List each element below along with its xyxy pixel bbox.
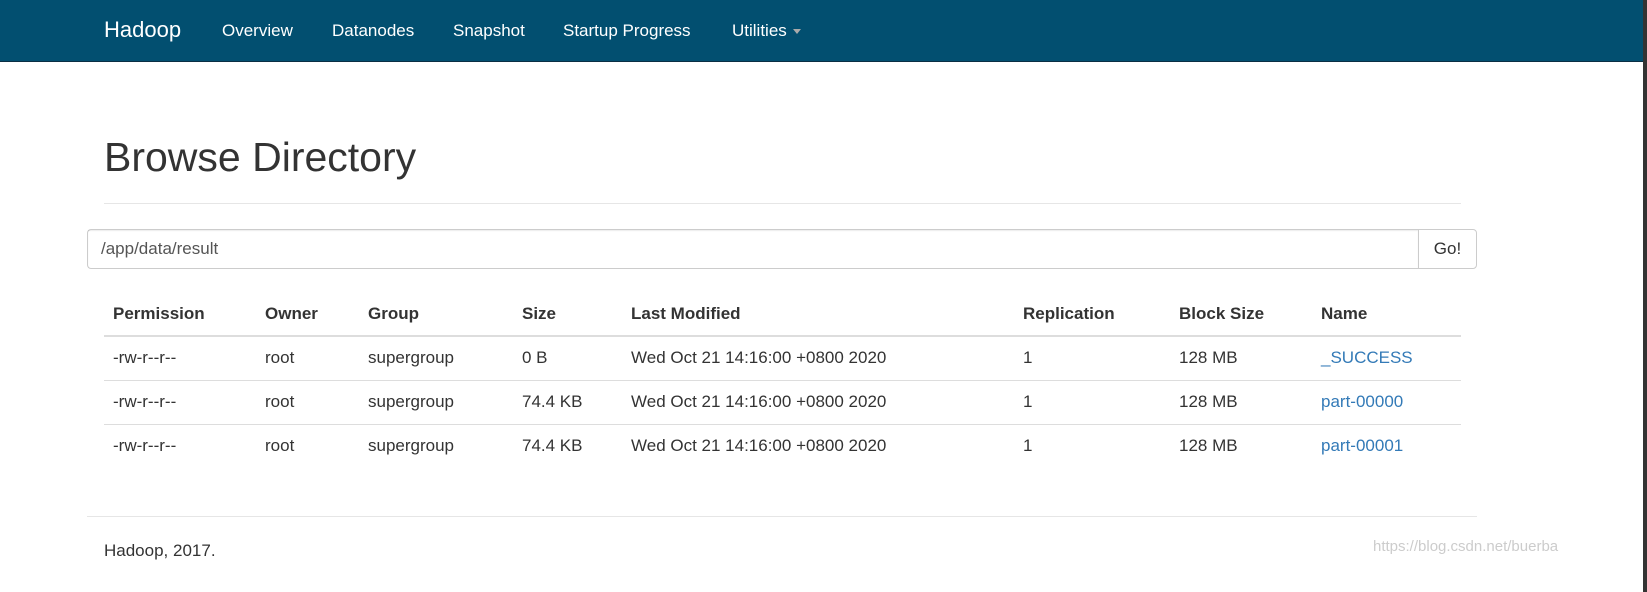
window-edge (1643, 0, 1647, 592)
table-cell: supergroup (359, 336, 513, 381)
column-header: Name (1312, 292, 1461, 337)
column-header: Replication (1014, 292, 1170, 337)
path-input[interactable] (88, 230, 1418, 268)
column-header: Owner (256, 292, 359, 337)
table-cell: Wed Oct 21 14:16:00 +0800 2020 (631, 436, 887, 456)
column-header: Permission (104, 292, 256, 337)
table-cell: 1 (1014, 336, 1170, 381)
page-title: Browse Directory (104, 134, 417, 180)
table-cell: -rw-r--r-- (113, 436, 177, 456)
table-cell: 0 B (513, 336, 622, 381)
file-name-link[interactable]: part-00001 (1321, 436, 1403, 455)
nav-utilities-dropdown[interactable]: Utilities (732, 21, 801, 41)
table-cell: -rw-r--r-- (104, 336, 256, 381)
table-row: -rw-r--r-- root supergroup 74.4 KB Wed Oct 2… (104, 424, 1461, 468)
table-cell: 128 MB (1170, 336, 1312, 381)
table-cell: 128 MB (1170, 380, 1312, 425)
footer-text: Hadoop, 2017. (104, 541, 216, 560)
column-header: Group (359, 292, 513, 337)
table-row: -rw-r--r-- root supergroup 74.4 KB Wed Oct 2… (104, 380, 1461, 425)
file-name-link[interactable]: part-00000 (1321, 392, 1403, 411)
table-cell: supergroup (368, 436, 455, 456)
table-cell: 74.4 KB (522, 436, 583, 456)
column-header: Block Size (1170, 292, 1312, 337)
nav-overview[interactable]: Overview (222, 21, 293, 41)
nav-datanodes[interactable]: Datanodes (332, 21, 414, 41)
watermark: https://blog.csdn.net/buerba (1373, 538, 1559, 555)
column-header: Size (513, 292, 622, 337)
table-cell: -rw-r--r-- (104, 380, 256, 425)
navbar: Hadoop Overview Datanodes Snapshot Start… (0, 0, 1647, 62)
table-cell: root (256, 380, 359, 425)
table-cell: Wed Oct 21 14:16:00 +0800 2020 (622, 380, 1014, 425)
table-cell: 1 (1023, 436, 1033, 456)
table-cell: part-00000 (1312, 380, 1461, 425)
table-cell: root (265, 436, 295, 456)
table-cell: 74.4 KB (513, 380, 622, 425)
caret-down-icon (792, 29, 801, 35)
table-cell: _SUCCESS (1312, 336, 1461, 381)
column-header: Last Modified (622, 292, 1014, 337)
directory-table: Permission Owner Group Size Last Modified Rep… (104, 292, 1461, 468)
path-search-group: Go! (87, 229, 1477, 269)
nav-snapshot[interactable]: Snapshot (453, 21, 525, 41)
divider (104, 203, 1461, 204)
table-cell: supergroup (359, 380, 513, 425)
table-row: -rw-r--r-- root supergroup 0 B Wed Oct 21 14… (104, 336, 1461, 381)
file-name-link[interactable]: _SUCCESS (1321, 348, 1413, 367)
table-cell: 128 MB (1179, 436, 1238, 456)
nav-startup-progress[interactable]: Startup Progress (563, 21, 691, 41)
nav-utilities-label: Utilities (732, 21, 787, 40)
table-cell: 1 (1014, 380, 1170, 425)
go-button[interactable]: Go! (1418, 230, 1476, 268)
brand-link[interactable]: Hadoop (104, 17, 181, 43)
table-cell: Wed Oct 21 14:16:00 +0800 2020 (622, 336, 1014, 381)
footer-divider (87, 516, 1477, 517)
table-header-row: Permission Owner Group Size Last Modified Rep… (104, 292, 1461, 337)
table-cell: part-00001 (1312, 424, 1461, 468)
table-cell: root (256, 336, 359, 381)
